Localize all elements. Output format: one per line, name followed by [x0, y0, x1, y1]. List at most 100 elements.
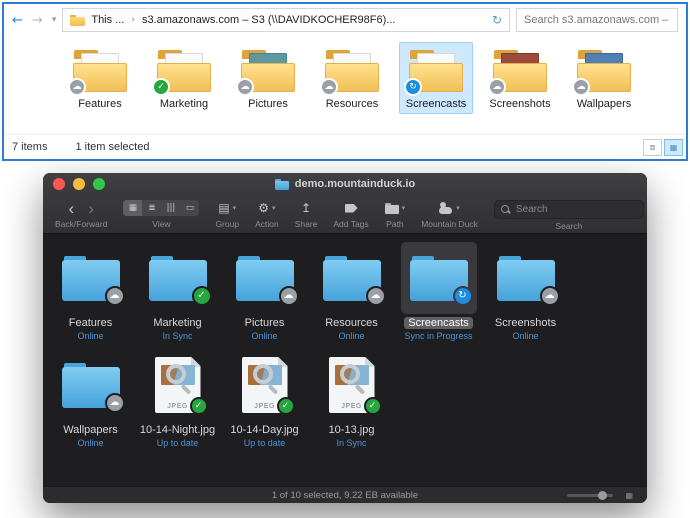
view-label: View: [152, 219, 171, 229]
file-item-marketing[interactable]: ✓ Marketing: [142, 42, 226, 114]
share-button[interactable]: ↥: [301, 199, 311, 217]
sync-status: Online: [512, 331, 539, 341]
cloud-badge-icon: ☁: [488, 78, 506, 96]
magnifier-icon: [165, 364, 186, 384]
file-name: Resources: [325, 98, 379, 110]
path-button[interactable]: ▾: [384, 199, 405, 217]
folder-icon: ↻: [404, 50, 463, 96]
toolbar-mountain-duck: ▾ Mountain Duck: [421, 199, 478, 229]
sync-badge-icon: ↻: [404, 78, 422, 96]
forward-button[interactable]: →: [32, 13, 43, 28]
action-button[interactable]: ⚙ ▾: [258, 199, 275, 217]
cloud-badge-icon: ☁: [236, 78, 254, 96]
file-name: Wallpapers: [576, 98, 632, 110]
file-item-10-14-night[interactable]: JPEG ✓ 10-14-Night.jpg Up to date: [134, 349, 221, 448]
cloud-badge-icon: ☁: [572, 78, 590, 96]
cloud-badge-icon: ☁: [68, 78, 86, 96]
finder-file-area: ☁ Features Online ✓ Marketing In Sync ☁ …: [43, 234, 647, 486]
file-item-marketing[interactable]: ✓ Marketing In Sync: [134, 242, 221, 341]
file-item-resources[interactable]: ☁ Resources Online: [308, 242, 395, 341]
slider-knob[interactable]: [598, 491, 607, 500]
tag-icon: [344, 203, 358, 213]
forward-button[interactable]: ›: [81, 200, 101, 217]
file-item-features[interactable]: ☁ Features: [58, 42, 142, 114]
jpeg-file-icon: JPEG ✓: [328, 357, 382, 415]
chevron-down-icon: ▾: [456, 204, 460, 212]
refresh-icon[interactable]: ↻: [492, 13, 502, 27]
file-name: Screencasts: [405, 98, 467, 110]
gallery-view-icon[interactable]: ▭: [180, 200, 199, 216]
magnifier-icon: [252, 364, 273, 384]
path-folder-icon: [384, 202, 399, 214]
sync-status: Online: [251, 331, 278, 341]
file-item-features[interactable]: ☁ Features Online: [47, 242, 134, 341]
file-item-screencasts[interactable]: ↻ Screencasts Sync in Progress: [395, 242, 482, 341]
finder-toolbar: ‹ › Back/Forward ▦ ≣ ||| ▭ View ▤ ▾ Grou…: [43, 195, 647, 234]
share-label: Share: [294, 219, 318, 229]
file-name: 10-14-Night.jpg: [139, 424, 216, 436]
chevron-down-icon: ▾: [232, 204, 237, 212]
details-view-icon[interactable]: ≣: [643, 139, 662, 156]
chevron-down-icon: ▾: [272, 204, 276, 212]
file-item-10-14-day[interactable]: JPEG ✓ 10-14-Day.jpg Up to date: [221, 349, 308, 448]
folder-icon: ☁: [61, 255, 125, 306]
address-bar[interactable]: This ... › s3.amazonaws.com – S3 (\\DAVI…: [62, 8, 510, 32]
mountain-duck-button[interactable]: ▾: [439, 199, 460, 217]
back-button[interactable]: ‹: [62, 200, 82, 217]
sync-status: Online: [338, 331, 365, 341]
icon-size-slider[interactable]: [567, 491, 613, 500]
explorer-nav: ← → ▾: [12, 13, 56, 28]
explorer-search-input[interactable]: [524, 14, 670, 26]
sync-status: Up to date: [243, 438, 286, 448]
file-name: 10-13.jpg: [328, 424, 375, 436]
file-item-wallpapers[interactable]: ☁ Wallpapers Online: [47, 349, 134, 448]
file-item-10-13[interactable]: JPEG ✓ 10-13.jpg In Sync: [308, 349, 395, 448]
list-view-icon[interactable]: ≣: [142, 200, 161, 216]
jpeg-file-icon: JPEG ✓: [241, 357, 295, 415]
file-item-screencasts[interactable]: ↻ Screencasts: [394, 42, 478, 114]
recent-locations-dropdown-icon[interactable]: ▾: [52, 15, 57, 25]
file-item-resources[interactable]: ☁ Resources: [310, 42, 394, 114]
file-item-wallpapers[interactable]: ☁ Wallpapers: [562, 42, 646, 114]
folder-icon: ☁: [235, 255, 299, 306]
toolbar-group: ▤ ▾ Group: [215, 199, 239, 229]
explorer-toolbar: ← → ▾ This ... › s3.amazonaws.com – S3 (…: [4, 4, 686, 36]
file-item-screenshots[interactable]: ☁ Screenshots: [478, 42, 562, 114]
folder-icon: ☁: [68, 50, 127, 96]
folder-icon: ✓: [148, 255, 212, 306]
toolbar-share: ↥ Share: [295, 199, 318, 229]
file-item-pictures[interactable]: ☁ Pictures Online: [221, 242, 308, 341]
finder-search-box[interactable]: [493, 200, 644, 219]
file-item-screenshots[interactable]: ☁ Screenshots Online: [482, 242, 569, 341]
large-icons-view-icon[interactable]: ▦: [664, 139, 683, 156]
close-button[interactable]: [53, 178, 65, 190]
file-name: Resources: [325, 317, 378, 329]
finder-search-input[interactable]: [515, 204, 637, 215]
minimize-button[interactable]: [73, 178, 85, 190]
items-count: 7 items: [12, 141, 48, 153]
breadcrumb-path[interactable]: s3.amazonaws.com – S3 (\\DAVIDKOCHER98F6…: [142, 14, 396, 26]
finder-statusbar: 1 of 10 selected, 9.22 EB available ▦: [43, 486, 647, 503]
sync-status: In Sync: [336, 438, 367, 448]
gear-icon: ⚙: [258, 201, 269, 215]
zoom-button[interactable]: [93, 178, 105, 190]
magnifier-icon: [339, 364, 360, 384]
sync-status: In Sync: [162, 331, 193, 341]
check-badge-icon: ✓: [152, 78, 170, 96]
breadcrumb-root[interactable]: This ...: [91, 14, 124, 26]
explorer-search-box[interactable]: [516, 8, 678, 32]
add-tags-button[interactable]: [344, 199, 358, 217]
path-label: Path: [386, 219, 404, 229]
group-icon: ▤: [218, 201, 230, 215]
finder-titlebar: demo.mountainduck.io: [43, 173, 647, 195]
back-button[interactable]: ←: [12, 13, 23, 28]
file-name: Pictures: [244, 317, 285, 329]
file-item-pictures[interactable]: ☁ Pictures: [226, 42, 310, 114]
column-view-icon[interactable]: |||: [161, 200, 180, 216]
group-button[interactable]: ▤ ▾: [218, 199, 236, 217]
file-name: Screenshots: [494, 317, 557, 329]
mountain-duck-label: Mountain Duck: [421, 219, 478, 229]
icon-view-icon[interactable]: ▦: [123, 200, 143, 216]
check-badge-icon: ✓: [189, 397, 208, 415]
file-name: Screenshots: [489, 98, 551, 110]
